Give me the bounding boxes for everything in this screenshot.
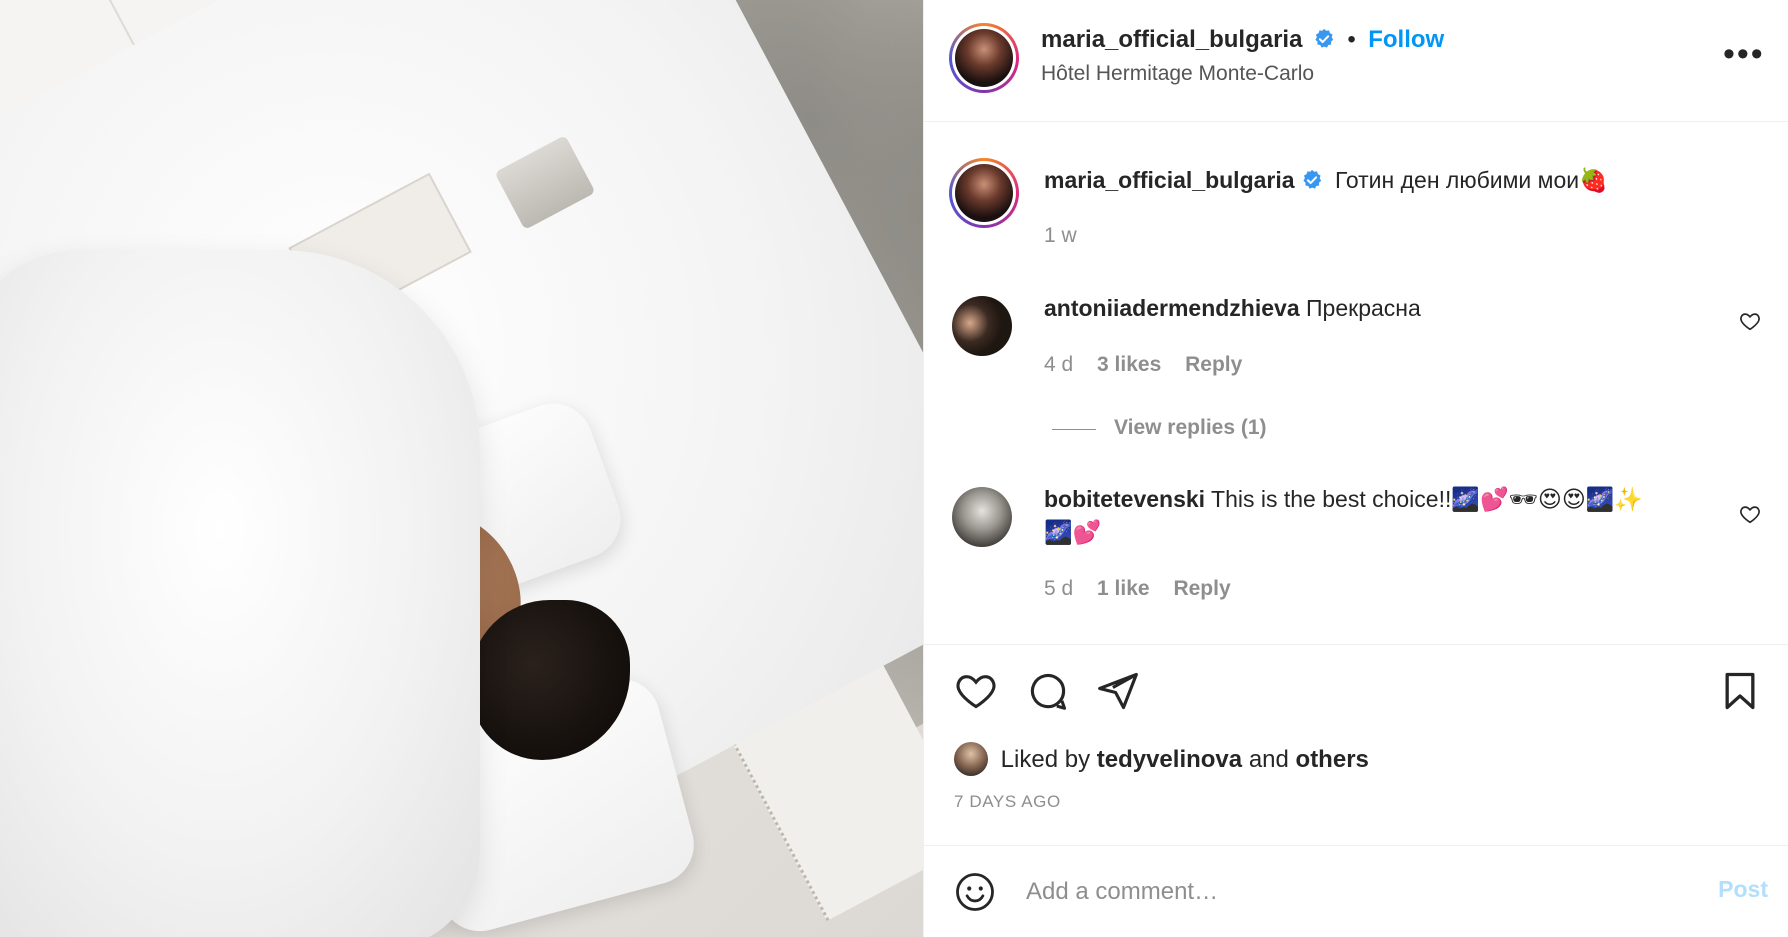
liked-others-link[interactable]: others (1296, 746, 1369, 773)
liked-and: and (1248, 746, 1289, 773)
duvet (0, 250, 480, 937)
commenter-avatar[interactable] (952, 487, 1012, 547)
save-bookmark-icon[interactable] (1718, 669, 1762, 713)
post-date[interactable]: 7 DAYS AGO (954, 792, 1061, 812)
caption-username[interactable]: maria_official_bulgaria (1044, 167, 1295, 193)
comment-likes[interactable]: 1 like (1097, 577, 1150, 600)
view-replies-button[interactable]: View replies (1) (1114, 416, 1267, 440)
comment-text: This is the best choice!!🌌💕🕶😍😍🌌✨ (1211, 486, 1644, 512)
emoji-smile-icon[interactable] (954, 871, 996, 913)
post-image[interactable] (0, 0, 923, 937)
like-comment-heart-icon[interactable] (1739, 503, 1761, 525)
header-title-row: maria_official_bulgaria • Follow (1041, 26, 1444, 54)
caption-text: Готин ден любими мои🍓 (1334, 167, 1608, 193)
more-options-icon[interactable]: ••• (1723, 37, 1763, 74)
comment-bubble-icon[interactable] (1026, 669, 1070, 713)
share-send-icon[interactable] (1096, 669, 1140, 713)
replies-divider (1052, 429, 1096, 430)
reply-button[interactable]: Reply (1185, 353, 1242, 376)
post-header: maria_official_bulgaria • Follow Hôtel H… (924, 0, 1788, 122)
caption: maria_official_bulgaria Готин ден любими… (924, 140, 1788, 250)
add-comment-bar: Post (924, 845, 1788, 937)
likes-summary: Liked by tedyvelinova and others (954, 742, 1369, 776)
reply-button[interactable]: Reply (1173, 577, 1230, 600)
comment-item: bobitetevenski This is the best choice!!… (924, 483, 1788, 633)
action-bar (924, 644, 1788, 744)
comment-username[interactable]: bobitetevenski (1044, 486, 1205, 512)
post-comment-button[interactable]: Post (1718, 876, 1768, 903)
comment-time: 5 d (1044, 577, 1074, 600)
comment-time: 4 d (1044, 353, 1074, 376)
comment-username[interactable]: antoniiadermendzhieva (1044, 295, 1300, 321)
caption-avatar[interactable] (949, 158, 1019, 228)
location-link[interactable]: Hôtel Hermitage Monte-Carlo (1041, 62, 1314, 86)
comment-text-row: antoniiadermendzhieva Прекрасна (1044, 292, 1421, 325)
post-sidebar: maria_official_bulgaria • Follow Hôtel H… (923, 0, 1788, 937)
follow-button[interactable]: Follow (1368, 26, 1444, 53)
author-avatar[interactable] (949, 23, 1019, 93)
comment-meta: 5 d 1 like Reply (1044, 577, 1231, 601)
verified-badge-icon (1302, 169, 1321, 189)
separator-dot: • (1347, 26, 1356, 53)
comment-text: Прекрасна (1306, 295, 1421, 321)
verified-badge-icon (1315, 28, 1334, 48)
caption-text-row: maria_official_bulgaria Готин ден любими… (1044, 164, 1608, 197)
comment-text-row: bobitetevenski This is the best choice!!… (1044, 483, 1704, 549)
liker-avatar[interactable] (954, 742, 988, 776)
caption-time: 1 w (1044, 224, 1077, 247)
like-heart-icon[interactable] (954, 669, 998, 713)
commenter-avatar[interactable] (952, 296, 1012, 356)
comment-input[interactable] (1026, 872, 1646, 912)
comment-item: antoniiadermendzhieva Прекрасна 4 d 3 li… (924, 290, 1788, 445)
comment-text-line2: 🌌💕 (1044, 519, 1102, 545)
comment-likes[interactable]: 3 likes (1097, 353, 1161, 376)
liked-by-prefix: Liked by (1000, 746, 1091, 773)
like-comment-heart-icon[interactable] (1739, 310, 1761, 332)
liker-username[interactable]: tedyvelinova (1097, 746, 1242, 773)
comment-meta: 4 d 3 likes Reply (1044, 353, 1242, 377)
author-username[interactable]: maria_official_bulgaria (1041, 26, 1302, 53)
